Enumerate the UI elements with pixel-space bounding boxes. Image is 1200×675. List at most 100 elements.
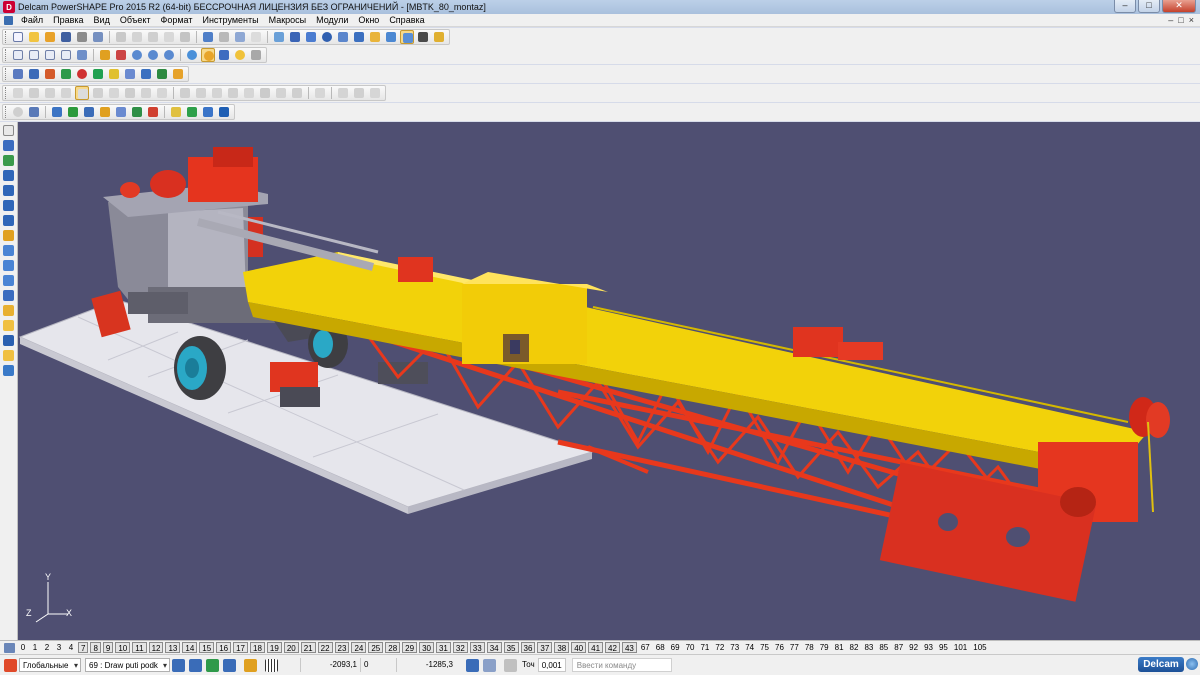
solid-cone-icon[interactable] bbox=[59, 86, 73, 100]
curve-tool-icon[interactable] bbox=[2, 199, 16, 212]
component-icon[interactable] bbox=[11, 105, 25, 119]
new-model-icon[interactable] bbox=[11, 30, 25, 44]
solid-object-icon[interactable] bbox=[43, 67, 57, 81]
paste-icon[interactable] bbox=[146, 30, 160, 44]
open-recent-icon[interactable] bbox=[43, 30, 57, 44]
print-icon[interactable] bbox=[75, 30, 89, 44]
solid-draft-icon[interactable] bbox=[352, 86, 366, 100]
solid-extrude-icon[interactable] bbox=[107, 86, 121, 100]
bom-icon[interactable] bbox=[169, 105, 183, 119]
menu-macros[interactable]: Макросы bbox=[264, 15, 312, 25]
solid-tool-icon[interactable] bbox=[2, 244, 16, 257]
view-back-icon[interactable] bbox=[27, 48, 41, 62]
solid-chamfer-icon[interactable] bbox=[258, 86, 272, 100]
print-preview-icon[interactable] bbox=[91, 30, 105, 44]
symbol-icon[interactable] bbox=[75, 67, 89, 81]
rotate-icon[interactable] bbox=[114, 48, 128, 62]
object-type-icon[interactable] bbox=[206, 658, 219, 672]
solid-boolean-add-icon[interactable] bbox=[178, 86, 192, 100]
level-8[interactable]: 8 bbox=[90, 642, 101, 653]
tools-icon[interactable] bbox=[432, 30, 446, 44]
select-icon[interactable] bbox=[288, 30, 302, 44]
cut-icon[interactable] bbox=[114, 30, 128, 44]
level-2[interactable]: 2 bbox=[42, 642, 52, 653]
pan-icon[interactable] bbox=[98, 48, 112, 62]
level-82[interactable]: 82 bbox=[848, 642, 861, 653]
level-69[interactable]: 69 bbox=[669, 642, 682, 653]
level-13[interactable]: 13 bbox=[165, 642, 181, 653]
arc-tool-icon[interactable] bbox=[2, 184, 16, 197]
level-10[interactable]: 10 bbox=[115, 642, 131, 653]
menu-edit[interactable]: Правка bbox=[48, 15, 88, 25]
level-25[interactable]: 25 bbox=[368, 642, 384, 653]
measure-tool-icon[interactable] bbox=[2, 364, 16, 377]
selection-filter-icon[interactable] bbox=[189, 658, 202, 672]
analysis-icon[interactable] bbox=[155, 67, 169, 81]
menu-format[interactable]: Формат bbox=[156, 15, 198, 25]
level-29[interactable]: 29 bbox=[402, 642, 418, 653]
level-select[interactable]: 69 : Draw puti podk bbox=[85, 658, 170, 673]
menu-file[interactable]: Файл bbox=[16, 15, 48, 25]
solid-block-icon[interactable] bbox=[27, 86, 41, 100]
level-icon[interactable] bbox=[272, 30, 286, 44]
zoom-icon[interactable] bbox=[384, 30, 398, 44]
link-icon[interactable] bbox=[352, 30, 366, 44]
level-19[interactable]: 19 bbox=[266, 642, 282, 653]
add-component-icon[interactable] bbox=[50, 105, 64, 119]
level-95[interactable]: 95 bbox=[937, 642, 950, 653]
explode-icon[interactable] bbox=[98, 105, 112, 119]
levels-icon[interactable] bbox=[4, 643, 15, 653]
trash-icon[interactable] bbox=[504, 658, 517, 672]
solid-split-icon[interactable] bbox=[336, 86, 350, 100]
level-72[interactable]: 72 bbox=[713, 642, 726, 653]
solid-loft-icon[interactable] bbox=[155, 86, 169, 100]
menu-modules[interactable]: Модули bbox=[311, 15, 353, 25]
curve-icon[interactable] bbox=[336, 30, 350, 44]
electrode-tool-icon[interactable] bbox=[2, 319, 16, 332]
minimize-button[interactable]: – bbox=[1114, 0, 1136, 13]
view-right-icon[interactable] bbox=[75, 48, 89, 62]
toolbar-grip[interactable] bbox=[5, 31, 8, 43]
level-78[interactable]: 78 bbox=[803, 642, 816, 653]
solid-sphere-icon[interactable] bbox=[75, 86, 89, 100]
electrode-icon[interactable] bbox=[91, 67, 105, 81]
surface-tool-icon[interactable] bbox=[2, 229, 16, 242]
calculator-icon[interactable] bbox=[466, 658, 479, 672]
level-28[interactable]: 28 bbox=[385, 642, 401, 653]
solid-revolve-icon[interactable] bbox=[123, 86, 137, 100]
save-icon[interactable] bbox=[59, 30, 73, 44]
workplane-select[interactable]: Глобальные bbox=[19, 658, 81, 673]
level-30[interactable]: 30 bbox=[419, 642, 434, 653]
level-20[interactable]: 20 bbox=[283, 642, 299, 653]
toolbar-grip[interactable] bbox=[5, 68, 8, 80]
zoom-out-icon[interactable] bbox=[146, 48, 160, 62]
doc-close-button[interactable]: × bbox=[1189, 15, 1194, 25]
point-tool-icon[interactable] bbox=[2, 154, 16, 167]
level-83[interactable]: 83 bbox=[862, 642, 875, 653]
zoom-all-icon[interactable] bbox=[162, 48, 176, 62]
level-17[interactable]: 17 bbox=[233, 642, 249, 653]
close-button[interactable]: ✕ bbox=[1162, 0, 1196, 13]
level-81[interactable]: 81 bbox=[833, 642, 846, 653]
render-object-icon[interactable] bbox=[171, 67, 185, 81]
level-87[interactable]: 87 bbox=[892, 642, 905, 653]
instance-icon[interactable] bbox=[66, 105, 80, 119]
delete-icon[interactable] bbox=[178, 30, 192, 44]
level-23[interactable]: 23 bbox=[334, 642, 350, 653]
level-43[interactable]: 43 bbox=[621, 642, 637, 653]
text-tool-icon[interactable] bbox=[2, 214, 16, 227]
app-icon[interactable]: D bbox=[3, 1, 15, 13]
workplane-icon[interactable] bbox=[233, 30, 247, 44]
select-area-icon[interactable] bbox=[304, 30, 318, 44]
level-21[interactable]: 21 bbox=[300, 642, 316, 653]
solid-fillet-icon[interactable] bbox=[242, 86, 256, 100]
level-14[interactable]: 14 bbox=[182, 642, 198, 653]
solid-drive-icon[interactable] bbox=[139, 86, 153, 100]
menu-view[interactable]: Вид bbox=[89, 15, 115, 25]
level-41[interactable]: 41 bbox=[588, 642, 604, 653]
mesh-tool-icon[interactable] bbox=[2, 259, 16, 272]
menu-tools[interactable]: Инструменты bbox=[197, 15, 263, 25]
command-input[interactable]: Ввести команду bbox=[571, 658, 672, 672]
solid-torus-icon[interactable] bbox=[91, 86, 105, 100]
tolerance-field[interactable]: 0,001 bbox=[537, 658, 566, 672]
